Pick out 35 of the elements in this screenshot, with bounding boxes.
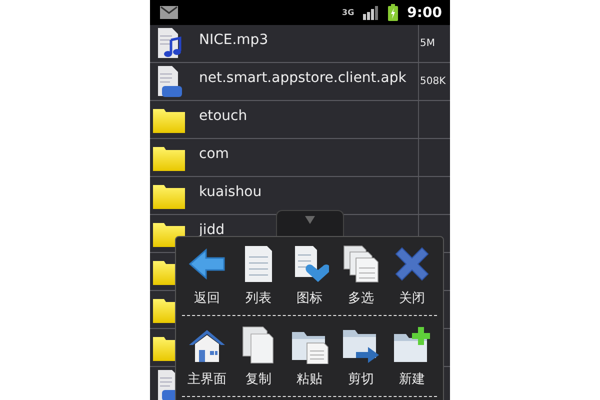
file-name: jidd [199,222,225,238]
battery-icon [388,4,398,21]
file-name: NICE.mp3 [199,32,268,48]
file-row[interactable]: net.smart.appstore.client.apk 508K [150,63,450,101]
new-folder-icon [393,326,431,364]
menu-item[interactable]: 复制 [233,326,284,388]
stacked-documents-icon [342,245,380,283]
file-name: com [199,146,229,162]
menu-item[interactable]: 关闭 [387,245,437,307]
folder-icon [153,182,185,208]
menu-item[interactable]: 粘贴 [284,326,334,388]
close-icon [393,245,431,283]
file-name: net.smart.appstore.client.apk [199,70,406,86]
menu-item[interactable]: 新建 [387,326,437,388]
menu-item[interactable]: 主界面 [182,326,232,388]
folder-icon [153,144,185,170]
folder-icon [153,106,185,132]
signal-icon [363,6,380,20]
menu-item[interactable]: 列表 [233,245,284,307]
file-row[interactable]: etouch [150,101,450,139]
menu-item[interactable]: 多选 [336,245,386,307]
menu-item[interactable]: 剪切 [336,326,386,388]
file-row[interactable]: NICE.mp3 5M [150,25,450,63]
file-row[interactable]: com [150,139,450,177]
menu-item[interactable]: 图标 [284,245,334,307]
mail-icon [160,6,178,19]
file-size: 5M [420,38,435,49]
file-size: 508K [420,76,446,87]
file-name: etouch [199,108,248,124]
menu-item[interactable]: 返回 [182,245,232,307]
menu-handle[interactable] [276,210,344,237]
network-indicator: 3G [342,8,354,17]
down-triangle-icon [305,216,315,224]
file-name: kuaishou [199,184,262,200]
clock: 9:00 [407,4,442,20]
